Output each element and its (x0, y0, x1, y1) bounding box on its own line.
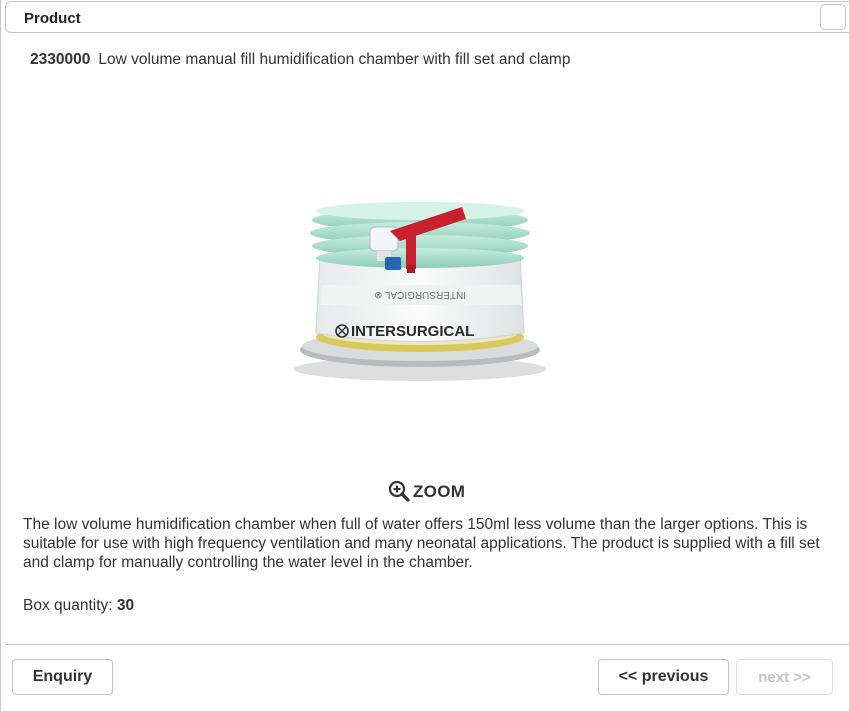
dialog-title: Product (24, 10, 81, 27)
image-brand-text: INTERSURGICAL (351, 323, 474, 340)
box-quantity-value: 30 (116, 597, 135, 614)
product-dialog: Product 2330000 Low volume manual fill hu… (0, 0, 849, 711)
next-button-disabled: next >> (736, 659, 833, 695)
humidification-chamber-image: INTERSURGICAL ⊗ INTERSURGICAL (294, 202, 546, 381)
close-icon[interactable] (820, 4, 846, 30)
left-edge-line (0, 0, 1, 711)
box-quantity-label: Box quantity: (23, 597, 113, 614)
enquiry-button[interactable]: Enquiry (12, 659, 113, 695)
dialog-title-bar: Product (5, 1, 849, 33)
zoom-label: ZOOM (413, 482, 466, 501)
product-code: 2330000 (30, 51, 91, 68)
previous-button[interactable]: << previous (598, 659, 729, 695)
zoom-link[interactable]: ZOOM (388, 478, 465, 506)
product-description: The low volume humidification chamber wh… (23, 516, 820, 571)
product-heading: 2330000 Low volume manual fill humidifica… (30, 51, 570, 69)
image-label-rotated: INTERSURGICAL ⊗ (374, 289, 466, 300)
product-image[interactable]: INTERSURGICAL ⊗ INTERSURGICAL (250, 165, 590, 415)
product-name: Low volume manual fill humidification ch… (98, 51, 571, 68)
box-quantity: Box quantity: 30 (23, 597, 134, 615)
zoom-in-icon (388, 480, 410, 502)
footer-divider (6, 644, 849, 645)
